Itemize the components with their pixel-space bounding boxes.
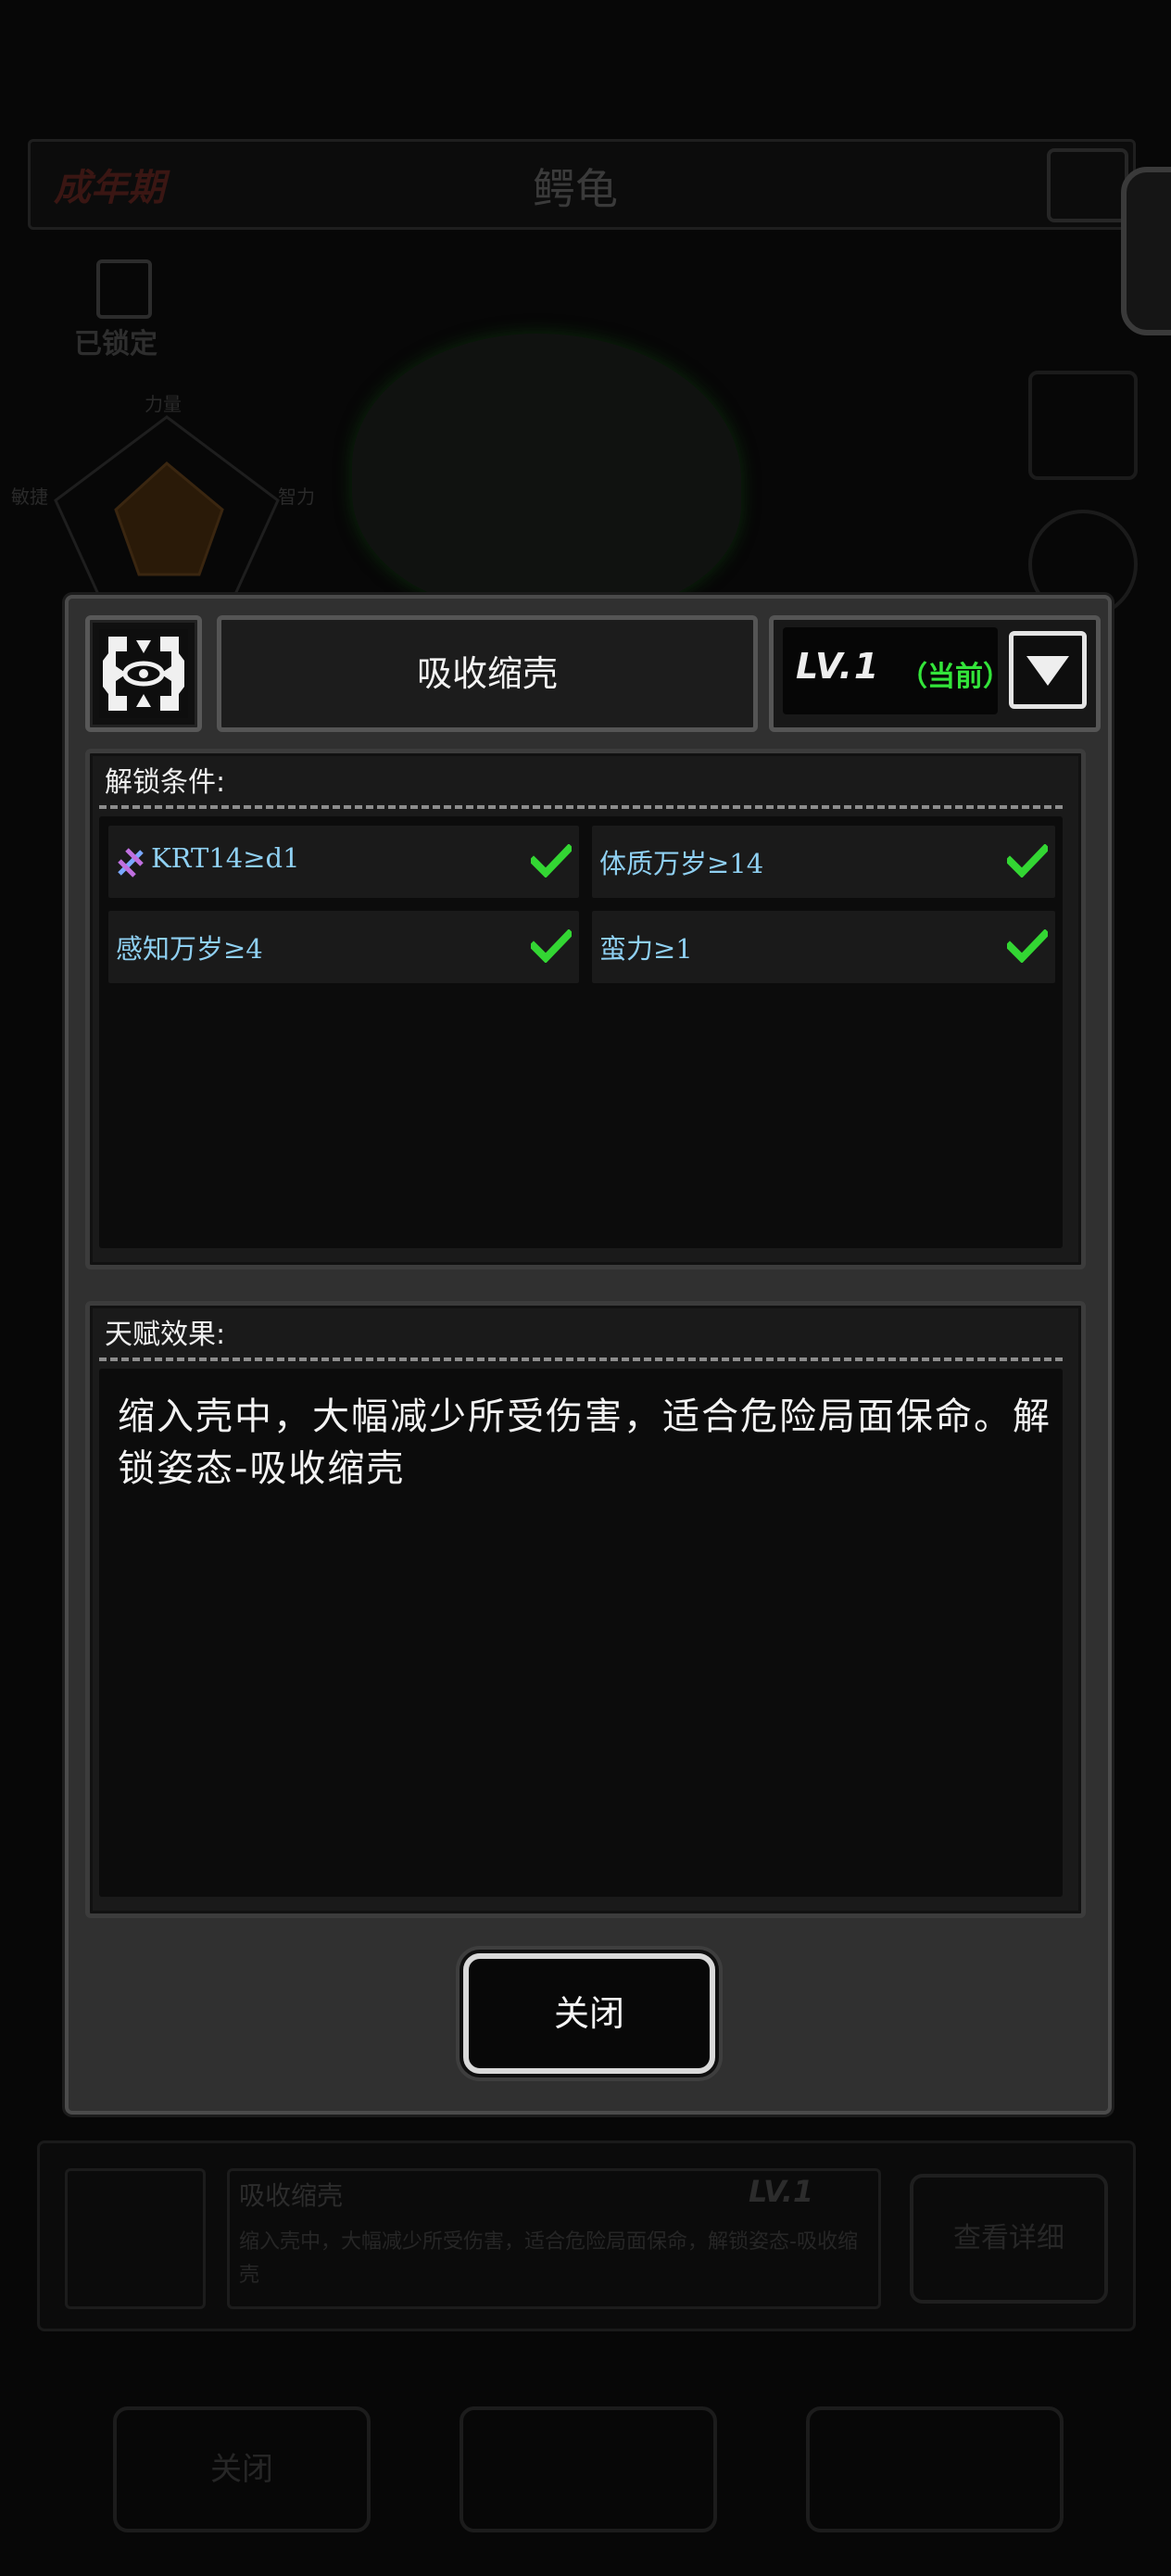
level-dropdown-button[interactable] bbox=[1009, 631, 1087, 709]
talent-name: 吸收缩壳 bbox=[416, 653, 558, 694]
bg-close-button: 关闭 bbox=[113, 2406, 371, 2532]
bg-close-label: 关闭 bbox=[210, 2451, 273, 2488]
bg-next-creature-icon bbox=[806, 2406, 1064, 2532]
level-value: LV.1 bbox=[796, 646, 881, 687]
condition-item: 体质万岁≥14 bbox=[592, 826, 1055, 898]
divider bbox=[99, 805, 1063, 809]
talent-effect-title: 天赋效果: bbox=[105, 1319, 226, 1351]
talent-effect-text: 缩入壳中，大幅减少所受伤害，适合危险局面保命。解锁姿态-吸收缩壳 bbox=[118, 1395, 1051, 1490]
checkmark-icon bbox=[531, 929, 572, 963]
unlock-conditions-panel: 解锁条件: KRT14≥d1 体质万岁≥14 感知万岁≥4 蛮力≥1 bbox=[85, 749, 1086, 1269]
condition-item: 感知万岁≥4 bbox=[108, 911, 579, 983]
bg-skill-name: 吸收缩壳 bbox=[239, 2180, 344, 2211]
talent-detail-modal: 吸收缩壳 LV.1 （当前） 解锁条件: KRT14≥d1 体质万岁≥14 感知… bbox=[65, 595, 1112, 2115]
bg-skill-icon bbox=[65, 2168, 206, 2309]
edit-icon bbox=[1047, 148, 1128, 222]
talent-name-box: 吸收缩壳 bbox=[217, 615, 758, 732]
divider bbox=[99, 1357, 1063, 1361]
bg-side-button bbox=[1121, 167, 1171, 335]
effect-body: 缩入壳中，大幅减少所受伤害，适合危险局面保命。解锁姿态-吸收缩壳 bbox=[99, 1369, 1063, 1897]
conditions-list: KRT14≥d1 体质万岁≥14 感知万岁≥4 蛮力≥1 bbox=[99, 816, 1063, 1248]
radar-chart-icon bbox=[54, 415, 280, 604]
bg-lock-status: 已锁定 bbox=[74, 328, 157, 360]
condition-text: 感知万岁≥4 bbox=[116, 933, 263, 965]
backpack-icon bbox=[1028, 371, 1138, 480]
bg-skill-description: 缩入壳中，大幅减少所受伤害，适合危险局面保命，解锁姿态-吸收缩壳 bbox=[239, 2230, 858, 2287]
level-selector[interactable]: LV.1 （当前） bbox=[769, 615, 1101, 732]
checkmark-icon bbox=[531, 844, 572, 878]
condition-text: 蛮力≥1 bbox=[599, 933, 693, 965]
close-button-label: 关闭 bbox=[553, 1993, 624, 2034]
condition-text: 体质万岁≥14 bbox=[599, 848, 764, 879]
dna-icon bbox=[118, 848, 144, 878]
talent-rune-icon bbox=[85, 615, 202, 732]
checkmark-icon bbox=[1007, 844, 1048, 878]
checkmark-icon bbox=[1007, 929, 1048, 963]
condition-item: KRT14≥d1 bbox=[108, 826, 579, 898]
creature-sprite bbox=[352, 334, 741, 612]
condition-item: 蛮力≥1 bbox=[592, 911, 1055, 983]
condition-text: KRT14≥d1 bbox=[151, 842, 300, 874]
lock-icon bbox=[96, 259, 152, 319]
level-display: LV.1 （当前） bbox=[783, 627, 1011, 714]
level-current-badge: （当前） bbox=[900, 661, 1011, 693]
unlock-conditions-title: 解锁条件: bbox=[105, 766, 226, 799]
bg-creature-title: 鳄龟 bbox=[533, 164, 618, 214]
close-button[interactable]: 关闭 bbox=[463, 1953, 715, 2074]
bg-stage-label: 成年期 bbox=[54, 167, 165, 209]
triangle-down-icon bbox=[1026, 656, 1069, 686]
talent-effect-panel: 天赋效果: 缩入壳中，大幅减少所受伤害，适合危险局面保命。解锁姿态-吸收缩壳 bbox=[85, 1301, 1086, 1918]
bg-prev-creature-icon bbox=[460, 2406, 717, 2532]
bg-skill-level: LV.1 bbox=[749, 2174, 814, 2209]
bg-detail-button: 查看详细 bbox=[910, 2174, 1108, 2304]
bg-detail-label: 查看详细 bbox=[953, 2222, 1064, 2254]
